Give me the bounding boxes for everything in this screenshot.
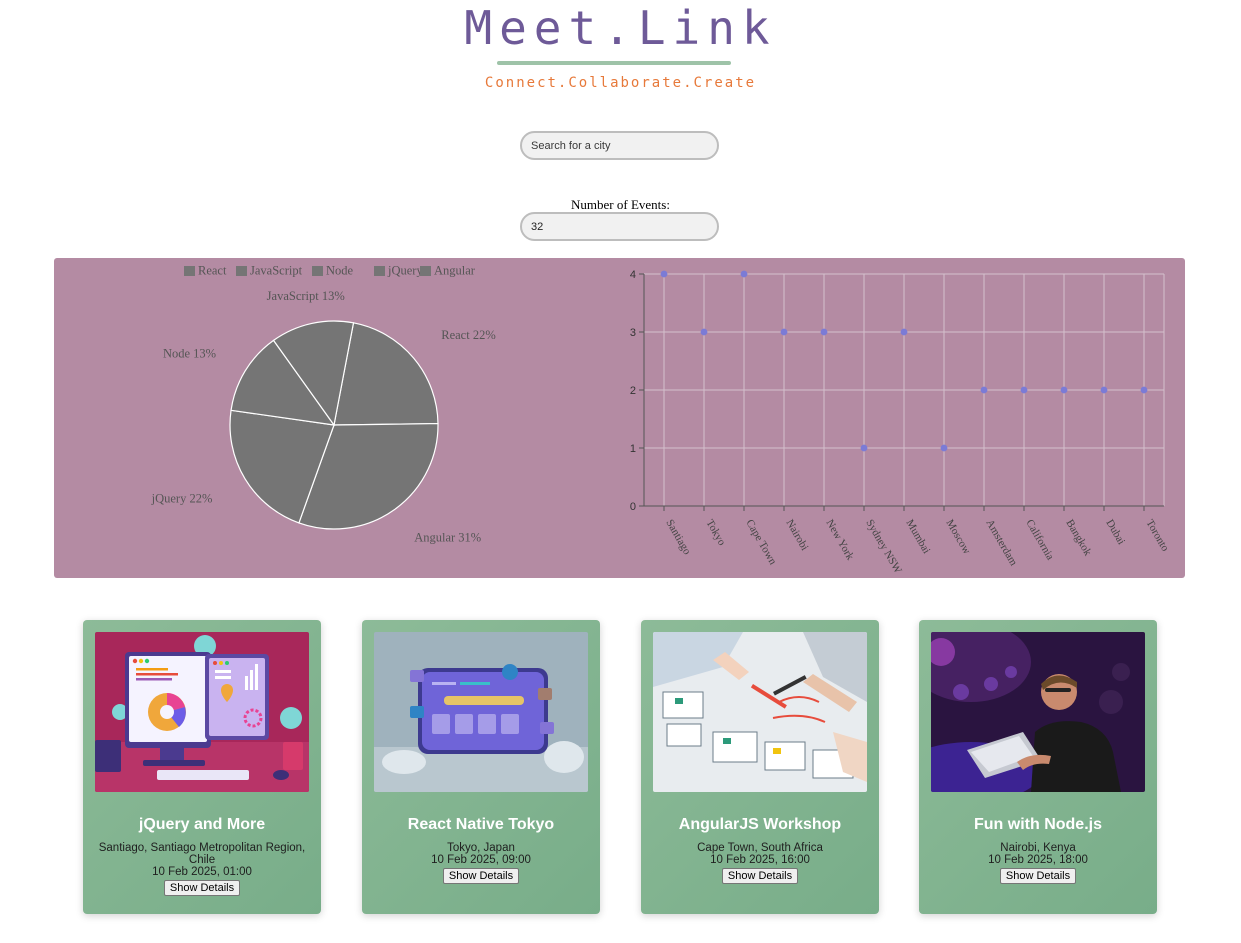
x-axis-tick-label: Dubai (1103, 518, 1127, 547)
event-title: React Native Tokyo (407, 816, 555, 833)
scatter-point (980, 386, 988, 394)
x-axis-tick-label: Mumbai (903, 518, 932, 556)
y-axis-tick-label: 2 (630, 385, 636, 397)
logo-title: Meet.Link (464, 1, 777, 55)
developer-laptop-photo (931, 632, 1145, 792)
city-search-input[interactable] (520, 131, 719, 160)
x-axis-tick-label: Toronto (1143, 518, 1171, 554)
y-axis-tick-label: 1 (630, 443, 636, 455)
event-card: React Native Tokyo Tokyo, Japan 10 Feb 2… (362, 620, 600, 914)
event-title: Fun with Node.js (974, 816, 1102, 833)
x-axis-tick-label: Tokyo (703, 518, 728, 549)
scatter-point (780, 328, 788, 336)
event-datetime: 10 Feb 2025, 09:00 (431, 854, 531, 866)
event-datetime: 10 Feb 2025, 18:00 (988, 854, 1088, 866)
event-card: AngularJS Workshop Cape Town, South Afri… (641, 620, 879, 914)
y-axis-tick-label: 3 (630, 327, 636, 339)
x-axis-tick-label: New York (823, 518, 856, 563)
x-axis-tick-label: Amsterdam (983, 518, 1019, 569)
event-location: Santiago, Santiago Metropolitan Region, … (98, 842, 306, 866)
x-axis-tick-label: California (1023, 518, 1056, 563)
show-details-button[interactable]: Show Details (442, 868, 520, 884)
scatter-point (820, 328, 828, 336)
event-card: jQuery and More Santiago, Santiago Metro… (83, 620, 321, 914)
event-location: Tokyo, Japan (447, 842, 515, 854)
scatter-point (900, 328, 908, 336)
event-image (374, 632, 588, 792)
logo-tagline: Connect.Collaborate.Create (484, 75, 757, 91)
show-details-button[interactable]: Show Details (163, 880, 241, 896)
scatter-point (940, 444, 948, 452)
event-title: jQuery and More (138, 816, 266, 833)
scatter-point (1060, 386, 1068, 394)
event-image (931, 632, 1145, 792)
x-axis-tick-label: Nairobi (783, 518, 810, 553)
x-axis-tick-label: Cape Town (743, 518, 779, 568)
event-card: Fun with Node.js Nairobi, Kenya 10 Feb 2… (919, 620, 1157, 914)
wireframe-sketching-illustration (653, 632, 867, 792)
city-events-scatter-chart: 0 1 2 3 4 Santiago Tokyo Cape Town Nairobi New Yo… (630, 269, 1172, 577)
show-details-button[interactable]: Show Details (999, 868, 1077, 884)
scatter-point (1020, 386, 1028, 394)
x-axis-tick-label: Bangkok (1063, 518, 1094, 559)
event-image (95, 632, 309, 792)
charts-container: React JavaScript Node jQuery Angular React 22… (54, 258, 1185, 578)
scatter-point (660, 270, 668, 278)
y-axis-tick-label: 4 (630, 269, 636, 281)
devices-dashboard-illustration (95, 632, 309, 792)
y-axis-tick-label: 0 (630, 501, 636, 513)
event-location: Cape Town, South Africa (697, 842, 823, 854)
x-axis-tick-label: Sydney NSW (863, 518, 904, 577)
app-logo: Meet.Link Connect.Collaborate.Create (0, 0, 1241, 100)
scatter-point (1140, 386, 1148, 394)
number-of-events-input[interactable] (520, 212, 719, 241)
scatter-point (740, 270, 748, 278)
x-axis-tick-label: Santiago (663, 518, 693, 558)
number-of-events-label: Number of Events: (571, 197, 670, 212)
event-datetime: 10 Feb 2025, 01:00 (152, 866, 252, 878)
scatter-point (700, 328, 708, 336)
x-axis-tick-label: Moscow (943, 518, 972, 557)
event-image (653, 632, 867, 792)
scatter-point (1100, 386, 1108, 394)
show-details-button[interactable]: Show Details (721, 868, 799, 884)
event-location: Nairobi, Kenya (1000, 842, 1076, 854)
scatter-point (860, 444, 868, 452)
browser-window-illustration (374, 632, 588, 792)
logo-divider (497, 61, 731, 65)
event-title: AngularJS Workshop (678, 816, 842, 833)
event-datetime: 10 Feb 2025, 16:00 (710, 854, 810, 866)
